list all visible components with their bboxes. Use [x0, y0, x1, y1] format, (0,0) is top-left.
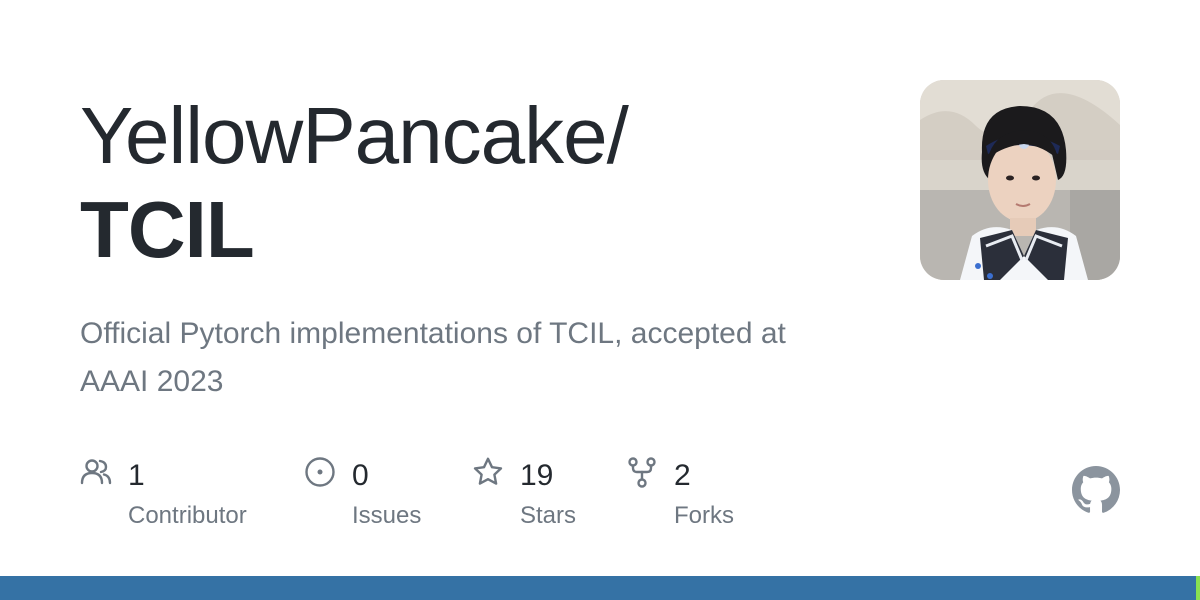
fork-label: Forks [674, 502, 734, 529]
fork-count: 2 [674, 459, 691, 492]
star-label: Stars [520, 502, 577, 529]
github-mark-icon[interactable] [1072, 466, 1120, 514]
language-bar [0, 576, 1200, 600]
star-count: 19 [520, 459, 554, 492]
issue-label: Issues [352, 502, 422, 529]
issue-opened-icon [304, 456, 336, 488]
people-icon [80, 456, 112, 488]
star-icon [472, 456, 504, 488]
stat-contributors[interactable]: 1 Contributor [80, 452, 280, 542]
language-bar-accent [1196, 576, 1200, 600]
contributor-count: 1 [128, 459, 145, 492]
repo-name[interactable]: TCIL [80, 186, 255, 274]
repo-forked-icon [626, 456, 658, 488]
repo-description: Official Pytorch implementations of TCIL… [80, 317, 786, 398]
stat-stars[interactable]: 19 Stars [472, 452, 612, 542]
avatar[interactable] [920, 80, 1120, 280]
issue-count: 0 [352, 459, 369, 492]
stat-forks[interactable]: 2 Forks [626, 452, 766, 542]
stat-issues[interactable]: 0 Issues [304, 452, 464, 542]
repo-owner[interactable]: YellowPancake/ [80, 92, 629, 180]
contributor-label: Contributor [128, 502, 247, 529]
